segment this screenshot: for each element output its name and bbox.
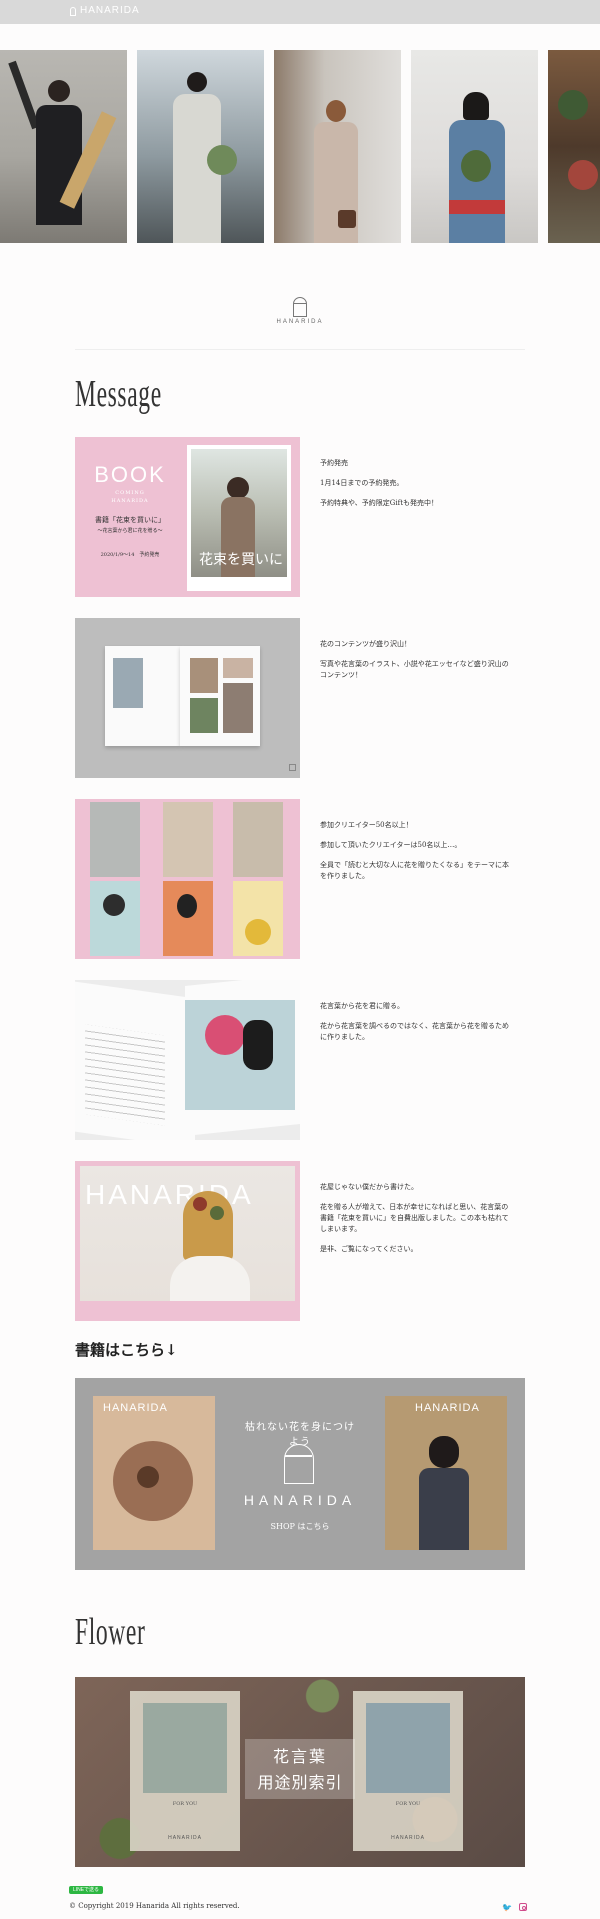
coming-label: COMING — [115, 490, 145, 496]
hero-photo-3 — [274, 50, 401, 243]
shop-banner[interactable]: HANARIDA 枯れない花を身につけよう HANARIDA SHOP はこちら… — [75, 1378, 525, 1570]
message-text-2: 花のコンテンツが盛り沢山！ 写真や花言葉のイラスト、小説や花エッセイなど盛り沢山… — [320, 639, 510, 690]
message-text-line: 1月14日までの予約発売。 — [320, 479, 404, 487]
books-heading: 書籍はこちら↓ — [75, 1341, 178, 1359]
message-text-line: 花を贈る人が増えて、日本が幸せになればと思い、花言葉の書籍「花束を買いに」を自費… — [320, 1203, 509, 1233]
message-title: Message — [75, 373, 162, 415]
shop-link[interactable]: SHOP はこちら — [245, 1521, 355, 1532]
message-text-line: 花から花言葉を調べるのではなく、花言葉から花を贈るために作りました。 — [320, 1022, 509, 1041]
card-brand: HANARIDA — [168, 1835, 202, 1841]
book-subtitle: 〜花言葉から君に花を贈る〜 — [97, 528, 163, 534]
flower-title: Flower — [75, 1611, 146, 1653]
index-line-1: 花言葉 — [272, 1747, 327, 1766]
message-text-line: 参加クリエイター50名以上！ — [320, 821, 413, 829]
message-text-line: 予約発売 — [320, 459, 348, 467]
index-line-2: 用途別索引 — [257, 1773, 343, 1792]
card-brand: HANARIDA — [415, 1402, 480, 1414]
card-brand: HANARIDA — [391, 1835, 425, 1841]
message-text-line: 是非、ご覧になってください。 — [320, 1245, 418, 1253]
banner-card-right: HANARIDA — [385, 1396, 507, 1550]
hero-photo-5 — [548, 50, 600, 243]
hanarida-logo[interactable]: HANARIDA — [276, 297, 324, 331]
message-image-5: HANARIDA — [75, 1161, 300, 1321]
twitter-icon[interactable]: 🐦 — [502, 1904, 512, 1912]
message-image-2 — [75, 618, 300, 778]
message-text-4: 花言葉から花を君に贈る。 花から花言葉を調べるのではなく、花言葉から花を贈るため… — [320, 1001, 510, 1052]
banner-card-left: HANARIDA — [93, 1396, 215, 1550]
message-text-line: 花のコンテンツが盛り沢山！ — [320, 640, 411, 648]
book-label: BOOK — [94, 462, 166, 487]
message-text-1: 予約発売 1月14日までの予約発売。 予約特典や、予約限定Giftも発売中！ — [320, 458, 510, 518]
hero-photo-1 — [0, 50, 127, 243]
banner-wordmark: HANARIDA — [243, 1492, 357, 1508]
message-text-3: 参加クリエイター50名以上！ 参加して頂いたクリエイターは50名以上…。 全員で… — [320, 820, 510, 891]
message-text-line: 参加して頂いたクリエイターは50名以上…。 — [320, 841, 462, 849]
divider — [75, 349, 525, 350]
message-text-line: 写真や花言葉のイラスト、小説や花エッセイなど盛り沢山のコンテンツ！ — [320, 660, 509, 679]
release-date: 2020/1/9〜14 予約発売 — [100, 552, 160, 558]
logo-wordmark: HANARIDA — [276, 319, 324, 325]
flower-index-image[interactable]: FOR YOU HANARIDA FOR YOU HANARIDA 花言葉 用途… — [75, 1677, 525, 1867]
card-label: FOR YOU — [395, 1801, 421, 1807]
card-brand: HANARIDA — [103, 1402, 168, 1414]
message-text-line: 花屋じゃない僕だから書けた。 — [320, 1183, 418, 1191]
book-title: 書籍「花束を買いに」 — [95, 516, 165, 524]
message-image-4 — [75, 980, 300, 1140]
message-text-line: 花言葉から花を君に贈る。 — [320, 1002, 404, 1010]
instagram-icon[interactable] — [519, 1903, 527, 1911]
logo-arch-icon — [293, 297, 307, 317]
message-image-3 — [75, 799, 300, 959]
message-text-line: 全員で「読むと大切な人に花を贈りたくなる」をテーマに本を作りました。 — [320, 861, 509, 880]
logo-mark-icon — [70, 7, 76, 16]
message-text-5: 花屋じゃない僕だから書けた。 花を贈る人が増えて、日本が幸せになればと思い、花言… — [320, 1182, 510, 1264]
line-share-button[interactable]: LINEで送る — [69, 1886, 103, 1894]
message-text-line: 予約特典や、予約限定Giftも発売中！ — [320, 499, 439, 507]
message-image-1: BOOK COMING HANARIDA 書籍「花束を買いに」 〜花言葉から君に… — [75, 437, 300, 597]
hero-photo-2 — [137, 50, 264, 243]
card-label: FOR YOU — [172, 1801, 198, 1807]
hero-photo-strip — [0, 50, 600, 243]
copyright-text: © Copyright 2019 Hanarida All rights res… — [69, 1902, 240, 1910]
image-brand: HANARIDA — [111, 498, 149, 504]
expand-icon[interactable] — [289, 764, 296, 771]
top-bar: HANARIDA — [0, 0, 600, 24]
hero-photo-4 — [411, 50, 538, 243]
cover-text: 花束を買いに — [199, 552, 283, 568]
site-brand-link[interactable]: HANARIDA — [80, 5, 140, 16]
banner-arch-icon — [284, 1444, 314, 1484]
